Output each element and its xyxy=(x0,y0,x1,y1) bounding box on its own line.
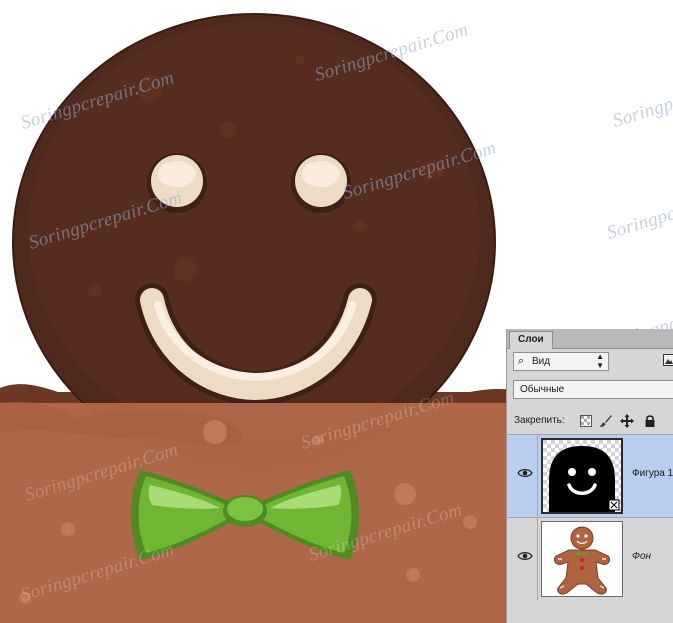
search-icon: ⌕ xyxy=(518,355,525,367)
eye-visibility-icon[interactable] xyxy=(517,549,533,563)
eye-visibility-icon[interactable] xyxy=(517,466,533,480)
layer-name[interactable]: Фон xyxy=(632,551,651,562)
lock-image-pixels-icon[interactable] xyxy=(599,414,613,428)
layer-row-background[interactable]: Фон xyxy=(507,517,673,600)
lock-all-icon[interactable] xyxy=(643,414,657,428)
tab-layers[interactable]: Слои xyxy=(509,331,553,349)
layer-thumbnail[interactable] xyxy=(541,438,623,514)
gingerbread-thumbnail-image xyxy=(542,522,622,596)
updown-arrows-icon: ▲ ▼ xyxy=(596,352,604,370)
image-filter-icon[interactable] xyxy=(663,353,673,367)
lock-row: Закрепить: xyxy=(511,412,673,430)
blend-mode-select[interactable]: Обычные xyxy=(513,380,673,399)
layer-filter-select[interactable]: ⌕ Вид ▲ ▼ xyxy=(513,352,609,371)
lock-position-icon[interactable] xyxy=(620,414,634,428)
lock-transparent-pixels-icon[interactable] xyxy=(579,414,593,428)
shape-thumbnail-image xyxy=(543,440,621,512)
panel-tab-bar: Слои xyxy=(507,329,673,349)
filter-row: ⌕ Вид ▲ ▼ xyxy=(511,352,673,372)
layer-row-shape-1[interactable]: Фигура 1 xyxy=(507,434,673,517)
layer-thumbnail[interactable] xyxy=(541,521,623,597)
layer-filter-value: Вид xyxy=(532,356,551,367)
blend-row: Обычные xyxy=(511,380,673,400)
lock-label: Закрепить: xyxy=(514,415,565,426)
layer-name[interactable]: Фигура 1 xyxy=(632,468,673,479)
layers-panel: Слои ⌕ Вид ▲ ▼ Обычные Закрепить: Фигура… xyxy=(506,329,673,623)
